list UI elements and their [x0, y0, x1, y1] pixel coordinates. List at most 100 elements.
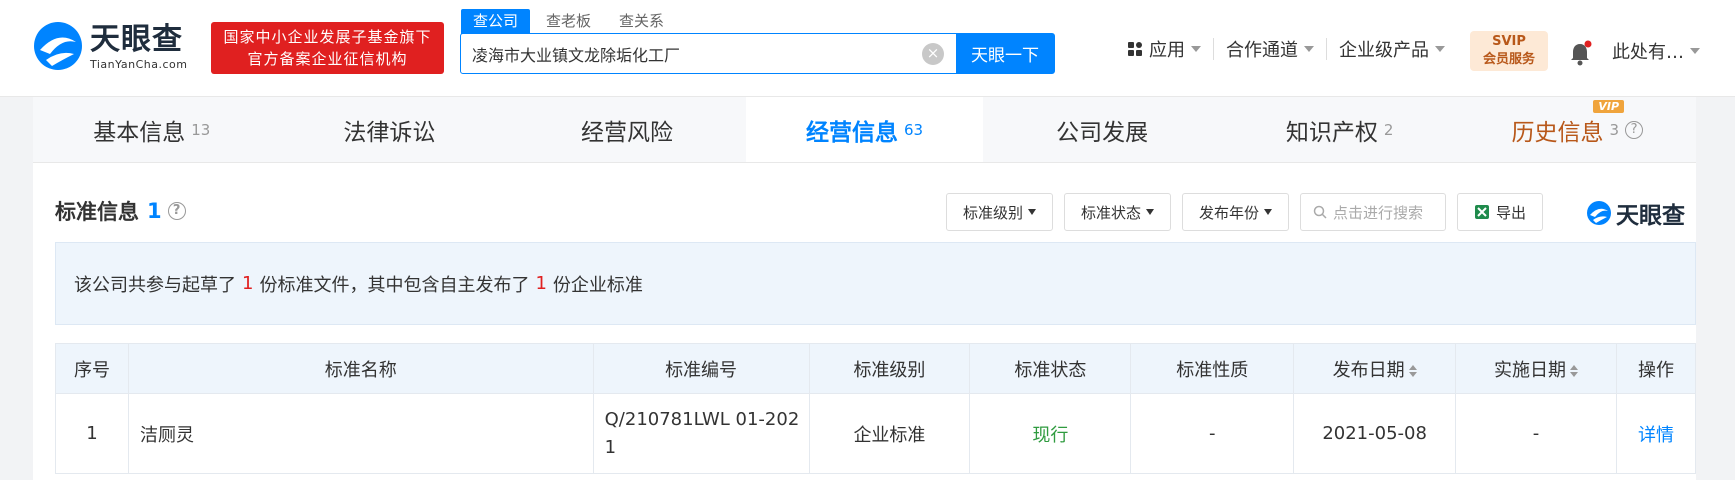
- filter-label: 标准级别: [963, 203, 1024, 222]
- grid-icon: [1128, 42, 1142, 56]
- col-impl-date-label: 实施日期: [1494, 359, 1567, 381]
- search-icon: [1313, 205, 1327, 219]
- tab-label: 公司发展: [1056, 119, 1149, 146]
- nav-cooperation-label: 合作通道: [1226, 40, 1298, 61]
- tab-count: 3: [1609, 120, 1620, 139]
- table-header-row: 序号 标准名称 标准编号 标准级别 标准状态 标准性质 发布日期 实施日期 操作: [55, 343, 1697, 394]
- tab-risk[interactable]: 经营风险: [508, 97, 746, 162]
- sort-icon[interactable]: [1570, 364, 1579, 377]
- top-nav: 应用 合作通道 企业级产品: [1115, 38, 1457, 61]
- search-placeholder: 点击进行搜索: [1333, 203, 1424, 222]
- cell-status: 现行: [969, 393, 1132, 474]
- summary-box: 该公司共参与起草了 1 份标准文件，其中包含自主发布了 1 份企业标准: [55, 242, 1696, 325]
- main-tabs: 基本信息 13 法律诉讼 经营风险 经营信息 63 公司发展 知识产权 2 VIP 历…: [33, 97, 1696, 163]
- tab-label: 知识产权: [1285, 119, 1378, 146]
- nav-apps[interactable]: 应用: [1115, 38, 1214, 61]
- col-pub-date-label: 发布日期: [1332, 359, 1405, 381]
- user-name: 此处有…: [1612, 42, 1684, 63]
- chevron-down-icon: [1435, 46, 1445, 52]
- official-badge: 国家中小企业发展子基金旗下 官方备案企业征信机构: [211, 22, 444, 74]
- svip-sub-label: 会员服务: [1482, 52, 1535, 67]
- excel-icon: [1475, 205, 1490, 219]
- cell-index: 1: [55, 393, 129, 474]
- col-nature: 标准性质: [1130, 343, 1295, 394]
- search-type-tabs: 查公司 查老板 查关系: [461, 9, 680, 34]
- standards-table: 序号 标准名称 标准编号 标准级别 标准状态 标准性质 发布日期 实施日期 操作…: [55, 343, 1697, 474]
- filter-year[interactable]: 发布年份: [1182, 193, 1290, 231]
- brand-text: 天眼查: [1616, 203, 1685, 229]
- detail-link[interactable]: 详情: [1615, 393, 1697, 474]
- badge-line2: 官方备案企业征信机构: [247, 50, 408, 68]
- tianyancha-logo-icon: [1587, 201, 1611, 225]
- tab-development[interactable]: 公司发展: [983, 97, 1221, 162]
- summary-n1: 1: [242, 273, 254, 294]
- col-action: 操作: [1615, 343, 1697, 394]
- cell-level: 企业标准: [808, 393, 971, 474]
- section-title-text: 标准信息: [55, 200, 139, 224]
- nav-enterprise[interactable]: 企业级产品: [1327, 38, 1457, 61]
- user-menu[interactable]: 此处有…: [1612, 38, 1700, 64]
- filter-label: 标准状态: [1081, 203, 1142, 222]
- sort-icon[interactable]: [1408, 364, 1417, 377]
- badge-line1: 国家中小企业发展子基金旗下: [223, 28, 432, 46]
- cell-name: 洁厕灵: [127, 393, 594, 474]
- search-button[interactable]: 天眼一下: [956, 34, 1054, 73]
- search-tab-company[interactable]: 查公司: [461, 9, 531, 34]
- bell-icon[interactable]: [1568, 40, 1592, 66]
- search-tab-boss[interactable]: 查老板: [534, 9, 603, 34]
- tab-label: 经营风险: [580, 119, 673, 146]
- tab-count: 13: [191, 120, 211, 139]
- caret-down-icon: [1028, 209, 1037, 215]
- search-input[interactable]: [461, 34, 922, 73]
- summary-part2: 份标准文件，其中包含自主发布了: [259, 274, 530, 296]
- logo-cn-text: 天眼查: [90, 21, 183, 57]
- section-title: 标准信息 1 ?: [55, 196, 186, 226]
- search-box: × 天眼一下: [460, 33, 1055, 74]
- search-tab-relation[interactable]: 查关系: [607, 9, 676, 34]
- svip-button[interactable]: SVIP 会员服务: [1470, 31, 1548, 71]
- tab-legal[interactable]: 法律诉讼: [271, 97, 509, 162]
- nav-apps-label: 应用: [1149, 40, 1185, 61]
- filter-status[interactable]: 标准状态: [1064, 193, 1172, 231]
- export-button[interactable]: 导出: [1457, 193, 1544, 231]
- chevron-down-icon: [1191, 46, 1201, 52]
- tianyancha-logo-icon: [34, 22, 82, 70]
- cell-impl-date: -: [1455, 393, 1617, 474]
- col-impl-date[interactable]: 实施日期: [1455, 343, 1617, 394]
- tab-business-info[interactable]: 经营信息 63: [745, 97, 984, 162]
- summary-part3: 份企业标准: [552, 274, 643, 296]
- tab-ip[interactable]: 知识产权 2: [1221, 97, 1459, 162]
- export-label: 导出: [1496, 203, 1527, 222]
- tab-basic-info[interactable]: 基本信息 13: [33, 97, 271, 162]
- filter-level[interactable]: 标准级别: [946, 193, 1054, 231]
- filter-bar: 标准级别 标准状态 发布年份 点击进行搜索 导出: [946, 193, 1554, 231]
- tab-label: 经营信息: [805, 119, 898, 146]
- caret-down-icon: [1146, 209, 1155, 215]
- vip-badge: VIP: [1593, 100, 1625, 113]
- tab-count: 2: [1383, 120, 1394, 139]
- tab-history[interactable]: VIP 历史信息 3 ?: [1458, 97, 1696, 162]
- col-pub-date[interactable]: 发布日期: [1293, 343, 1457, 394]
- tab-label: 基本信息: [93, 119, 186, 146]
- help-icon[interactable]: ?: [1625, 120, 1644, 139]
- clear-icon[interactable]: ×: [922, 43, 944, 65]
- logo-en-text: TianYanCha.com: [90, 57, 188, 71]
- nav-cooperation[interactable]: 合作通道: [1214, 38, 1327, 61]
- filter-label: 发布年份: [1199, 203, 1260, 222]
- section-count: 1: [147, 199, 162, 223]
- col-index: 序号: [55, 343, 129, 394]
- standards-panel: 标准信息 1 ? 标准级别 标准状态 发布年份 点击进行搜索 导出 天眼查 该公…: [33, 163, 1697, 480]
- tab-count: 63: [903, 120, 924, 139]
- chevron-down-icon: [1690, 48, 1700, 54]
- help-icon[interactable]: ?: [167, 202, 186, 220]
- top-header: 天眼查 TianYanCha.com 国家中小企业发展子基金旗下 官方备案企业征…: [0, 0, 1735, 97]
- col-name: 标准名称: [127, 343, 594, 394]
- cell-code: Q/210781LWL 01-2021: [592, 393, 810, 474]
- tab-label: 法律诉讼: [343, 119, 436, 146]
- summary-part1: 该公司共参与起草了: [74, 274, 236, 296]
- site-logo[interactable]: 天眼查 TianYanCha.com: [32, 20, 187, 72]
- summary-n2: 1: [535, 273, 547, 294]
- brand-watermark: 天眼查: [1586, 196, 1685, 230]
- table-search-input[interactable]: 点击进行搜索: [1300, 193, 1447, 231]
- nav-enterprise-label: 企业级产品: [1339, 40, 1429, 61]
